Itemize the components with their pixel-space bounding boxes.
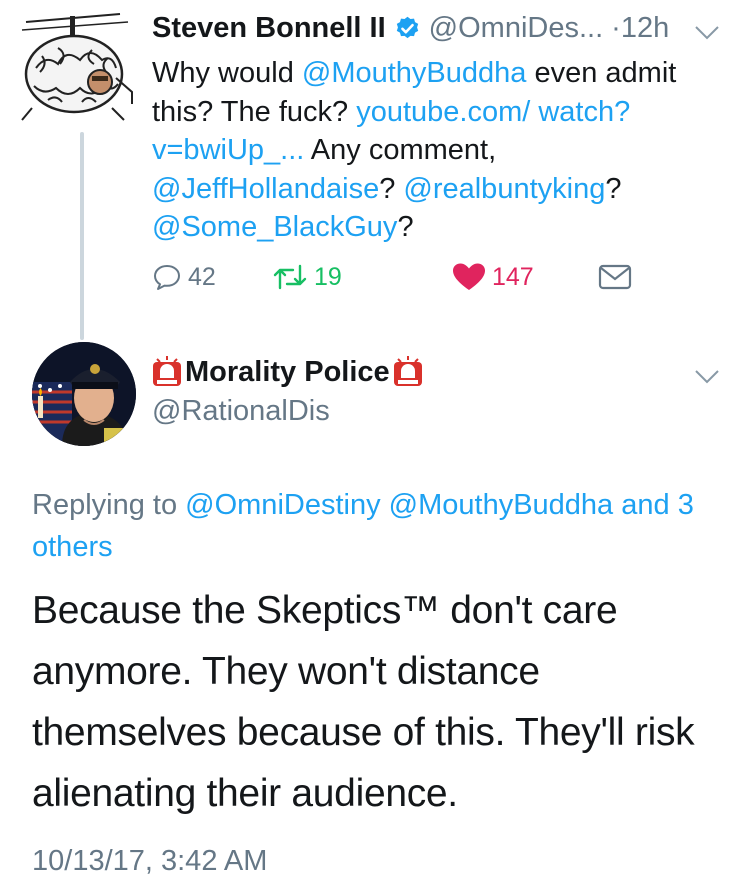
tweet-actions: 42 19 147 bbox=[152, 262, 652, 302]
reply-count: 42 bbox=[188, 262, 216, 291]
replying-and: and bbox=[613, 489, 678, 521]
retweet-icon bbox=[273, 264, 307, 290]
tweet-header: Steven Bonnell II @OmniDes... · 12h bbox=[152, 12, 669, 45]
retweet-button[interactable]: 19 bbox=[272, 262, 342, 292]
avatar[interactable] bbox=[32, 342, 136, 446]
chevron-down-icon[interactable] bbox=[694, 25, 720, 41]
timestamp[interactable]: 10/13/17, 3:42 AM bbox=[32, 845, 267, 878]
replying-to: Replying to @OmniDestiny @MouthyBuddha a… bbox=[32, 484, 732, 568]
like-count: 147 bbox=[492, 262, 534, 291]
handle[interactable]: @RationalDis bbox=[152, 395, 330, 428]
tweet-text-segment: Why would bbox=[152, 57, 302, 89]
avatar[interactable] bbox=[12, 8, 134, 124]
mention-link[interactable]: @realbuntyking bbox=[403, 173, 605, 205]
display-name[interactable]: Morality Police bbox=[185, 356, 390, 389]
replying-prefix: Replying to bbox=[32, 489, 186, 521]
mention-link[interactable]: @MouthyBuddha bbox=[389, 489, 614, 521]
siren-icon bbox=[393, 356, 422, 386]
siren-icon bbox=[153, 356, 181, 386]
tweet-text: Why would @MouthyBuddha even admit this?… bbox=[152, 54, 712, 247]
mention-link[interactable]: @Some_BlackGuy bbox=[152, 211, 397, 243]
tweet-text: Because the Skeptics™ don't care anymore… bbox=[32, 589, 695, 815]
direct-message-button[interactable] bbox=[598, 262, 632, 292]
mention-link[interactable]: @JeffHollandaise bbox=[152, 173, 379, 205]
tweet-text-segment: ? bbox=[379, 172, 404, 205]
thread-connector-line bbox=[80, 132, 84, 340]
chevron-down-icon[interactable] bbox=[694, 369, 720, 385]
heart-icon bbox=[453, 263, 485, 290]
tweet-text-segment: ? bbox=[605, 172, 622, 205]
retweet-count: 19 bbox=[314, 262, 342, 291]
tweet-text-segment: ? bbox=[397, 211, 414, 243]
display-name[interactable]: Steven Bonnell II bbox=[152, 12, 386, 45]
reply-button[interactable]: 42 bbox=[152, 262, 216, 292]
verified-badge-icon bbox=[396, 16, 418, 39]
handle[interactable]: @OmniDes... bbox=[429, 12, 603, 45]
envelope-icon bbox=[598, 264, 632, 290]
mention-link[interactable]: @OmniDestiny bbox=[185, 489, 380, 521]
reply-icon bbox=[154, 265, 180, 290]
mention-link[interactable]: @MouthyBuddha bbox=[302, 57, 527, 89]
display-name-row: Morality Police bbox=[152, 354, 423, 390]
like-button[interactable]: 147 bbox=[452, 262, 534, 292]
timestamp[interactable]: 12h bbox=[621, 12, 669, 45]
tweet-text-segment: Any comment, bbox=[304, 134, 497, 166]
time-separator: · bbox=[611, 12, 621, 44]
